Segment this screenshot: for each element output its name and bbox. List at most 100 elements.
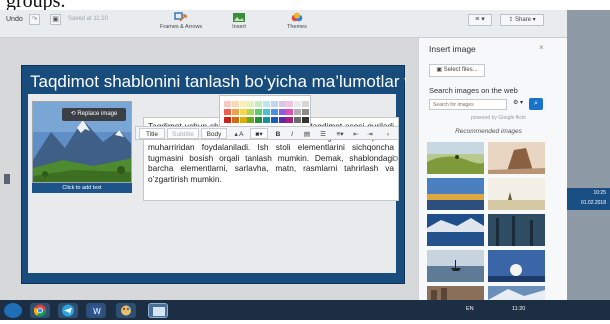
color-swatch[interactable]	[255, 117, 263, 123]
thumbnail-forest[interactable]	[488, 214, 545, 246]
color-swatch[interactable]	[270, 109, 278, 115]
insert-image-panel: Insert image × ▣ Select files... Search …	[418, 38, 567, 300]
color-swatch[interactable]	[302, 117, 309, 123]
color-swatch[interactable]	[247, 101, 255, 107]
close-icon[interactable]: ×	[539, 43, 544, 52]
canvas[interactable]: Taqdimot shablonini tanlash bo‘yicha ma’…	[0, 38, 418, 300]
color-swatch[interactable]	[263, 109, 270, 115]
app-toolbar: Undo ↷ ▣ Saved at 11:20 Frames & Arrows …	[0, 10, 567, 38]
color-swatch[interactable]	[224, 101, 231, 107]
italic-button[interactable]: I	[286, 128, 298, 139]
color-swatch[interactable]	[294, 101, 302, 107]
upload-icon: ▣	[436, 67, 444, 73]
insert-label: Insert	[232, 24, 246, 30]
thumbnail-rock[interactable]	[488, 142, 545, 174]
thumbnail-boat[interactable]	[427, 250, 484, 282]
search-heading: Search images on the web	[429, 86, 518, 95]
share-button[interactable]: ⇪ Share ▾	[500, 14, 544, 26]
color-swatch[interactable]	[239, 101, 247, 107]
align-button[interactable]: ≡▾	[332, 128, 348, 139]
outdent-button[interactable]: ⇤	[350, 128, 362, 139]
thumbnail-sky[interactable]	[488, 250, 545, 282]
main-menu-button[interactable]: ≡ ▾	[468, 14, 492, 26]
paint-icon[interactable]	[116, 303, 136, 318]
color-swatch[interactable]	[286, 101, 294, 107]
color-swatch[interactable]	[224, 109, 231, 115]
collapse-tab[interactable]	[4, 174, 10, 184]
language-indicator[interactable]: EN	[466, 306, 474, 312]
color-swatch[interactable]	[302, 109, 309, 115]
bullet-list-button[interactable]: ☰	[316, 128, 330, 139]
thumbnail-field[interactable]	[488, 178, 545, 210]
undo-button[interactable]: Undo	[6, 16, 23, 23]
search-button[interactable]: ⌕	[529, 98, 543, 110]
image-caption[interactable]: Click to add text	[32, 183, 132, 193]
search-icon: ⌕	[534, 100, 538, 107]
color-swatch[interactable]	[270, 101, 278, 107]
color-swatch[interactable]	[247, 117, 255, 123]
color-swatch[interactable]	[278, 101, 286, 107]
color-swatch[interactable]	[286, 117, 294, 123]
select-files-button[interactable]: ▣ Select files...	[429, 64, 485, 77]
color-swatch[interactable]	[224, 117, 231, 123]
color-swatch[interactable]	[278, 117, 286, 123]
color-swatch[interactable]	[263, 101, 270, 107]
taskbar-clock[interactable]: 11:20	[512, 306, 525, 312]
start-button[interactable]	[4, 303, 22, 318]
color-swatch[interactable]	[294, 109, 302, 115]
color-swatch[interactable]	[286, 109, 294, 115]
themes-tool[interactable]: Themes	[287, 12, 307, 30]
bold-button[interactable]: B	[272, 128, 284, 139]
redo-button[interactable]: ↷	[29, 14, 40, 25]
font-size-button[interactable]: ▴ A	[230, 128, 248, 139]
thumbnail-lake[interactable]	[427, 214, 484, 246]
word-icon[interactable]: W	[86, 303, 106, 318]
thumbnail-mountain[interactable]	[488, 286, 545, 300]
powered-by: powered by Google flickr	[471, 115, 527, 121]
color-swatch[interactable]	[294, 117, 302, 123]
recommended-heading: Recommended images	[455, 128, 522, 135]
search-options-button[interactable]: ⚙ ▾	[511, 99, 525, 110]
replace-image-label: Replace image	[77, 111, 118, 117]
thumbnail-sunset[interactable]	[427, 178, 484, 210]
slide[interactable]: Taqdimot shablonini tanlash bo‘yicha ma’…	[21, 65, 406, 284]
frames-arrows-tool[interactable]: Frames & Arrows	[160, 12, 202, 30]
numbered-list-button[interactable]: ▤	[300, 128, 314, 139]
insert-tool[interactable]: Insert	[232, 12, 246, 30]
style-title-button[interactable]: Title	[139, 128, 165, 139]
replace-image-button[interactable]: ⟲ Replace image	[62, 108, 126, 121]
image-search-input[interactable]	[429, 99, 507, 110]
color-swatch[interactable]	[247, 109, 255, 115]
thumbnail-hills[interactable]	[427, 142, 484, 174]
color-swatch[interactable]	[302, 101, 309, 107]
save-button[interactable]: ▣	[50, 14, 61, 25]
chrome-icon[interactable]	[30, 303, 50, 318]
color-swatch[interactable]	[263, 117, 270, 123]
color-swatch[interactable]	[278, 109, 286, 115]
color-swatch[interactable]	[239, 109, 247, 115]
text-color-button[interactable]: ■▾	[250, 128, 268, 139]
taskbar: W EN 11:20	[0, 300, 610, 320]
style-body-button[interactable]: Body	[201, 128, 227, 139]
indent-button[interactable]: ⇥	[364, 128, 376, 139]
color-swatch[interactable]	[239, 117, 247, 123]
document-strip: groups.	[0, 0, 610, 10]
desktop-date: 01.02.2018	[580, 200, 606, 206]
color-swatch[interactable]	[255, 109, 263, 115]
thumbnail-city[interactable]	[427, 286, 484, 300]
select-files-label: Select files...	[443, 67, 478, 73]
themes-icon	[291, 12, 303, 22]
slide-body[interactable]: ⟲ Replace image Click to add text Taqdim…	[28, 94, 399, 273]
collapse-toolbar-button[interactable]: ‹	[382, 128, 394, 139]
active-window-icon[interactable]	[148, 303, 168, 318]
style-subtitle-button[interactable]: Subtitle	[167, 128, 199, 139]
color-swatch[interactable]	[270, 117, 278, 123]
slide-title[interactable]: Taqdimot shablonini tanlash bo‘yicha ma’…	[30, 72, 406, 92]
color-swatch[interactable]	[231, 101, 239, 107]
color-swatch[interactable]	[255, 101, 263, 107]
svg-text:W: W	[93, 307, 101, 316]
color-swatch[interactable]	[231, 117, 239, 123]
resize-handle[interactable]	[393, 156, 398, 161]
color-swatch[interactable]	[231, 109, 239, 115]
telegram-icon[interactable]	[58, 303, 78, 318]
